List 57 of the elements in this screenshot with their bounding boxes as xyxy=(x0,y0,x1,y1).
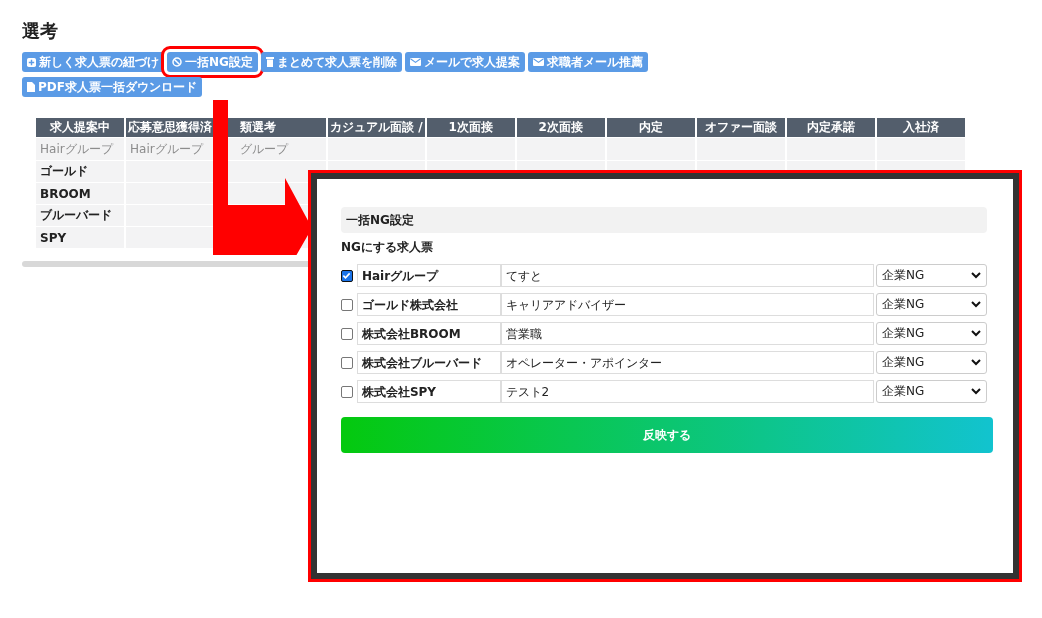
mail-icon xyxy=(532,58,544,66)
page-title: 選考 xyxy=(22,20,59,42)
ng-type-select[interactable]: 企業NG xyxy=(875,293,987,316)
ng-type-select[interactable]: 企業NG xyxy=(875,322,987,345)
company-text: Hairグループ xyxy=(40,141,113,156)
column-header: 入社済 xyxy=(876,118,965,137)
submit-button[interactable]: 反映する xyxy=(341,417,993,453)
section-label: NGにする求人票 xyxy=(341,239,434,256)
column-header: オファー面談 xyxy=(696,118,785,137)
job-cell: キャリアアドバイザー xyxy=(500,293,874,316)
company-text: Hairグループ xyxy=(130,141,203,156)
toolbar-button[interactable]: PDF求人票一括ダウンロード xyxy=(22,77,202,97)
company-cell: 株式会社BROOM xyxy=(356,322,501,345)
company-cell: 株式会社SPY xyxy=(356,380,501,403)
checkbox[interactable] xyxy=(341,356,353,369)
toolbar-button[interactable]: まとめて求人票を削除 xyxy=(260,52,402,72)
column-header: 内定承諾 xyxy=(786,118,875,137)
company-cell: 株式会社ブルーバード xyxy=(356,351,501,374)
ng-type-select[interactable]: 企業NG xyxy=(875,351,987,374)
column-header: 求人提案中 xyxy=(36,118,124,137)
company-text: SPY xyxy=(40,230,67,245)
job-cell: 営業職 xyxy=(500,322,874,345)
file-icon xyxy=(27,82,35,92)
checkbox[interactable] xyxy=(341,269,353,282)
column-header: 内定 xyxy=(606,118,695,137)
company-text: ブルーバード xyxy=(40,208,112,222)
company-cell: Hairグループ xyxy=(356,264,501,287)
company-text: ゴールド xyxy=(40,164,88,178)
company-text: BROOM xyxy=(40,186,91,201)
column-header: 応募意思獲得済 xyxy=(126,118,214,137)
chevron-down-icon xyxy=(971,272,981,279)
ng-type-select[interactable]: 企業NG xyxy=(875,380,987,403)
company-cell: ゴールド株式会社 xyxy=(356,293,501,316)
job-cell: オペレーター・アポインター xyxy=(500,351,874,374)
chevron-down-icon xyxy=(971,359,981,366)
column-header: カジュアル面談 / xyxy=(328,118,425,137)
mail-icon xyxy=(409,58,421,66)
job-cell: テスト2 xyxy=(500,380,874,403)
trash-icon xyxy=(265,57,274,67)
ng-type-select[interactable]: 企業NG xyxy=(875,264,987,287)
toolbar-button[interactable]: メールで求人提案 xyxy=(404,52,525,72)
toolbar-button[interactable]: 新しく求人票の紐づけ xyxy=(22,52,164,72)
column-header: 1次面接 xyxy=(426,118,515,137)
checkbox[interactable] xyxy=(341,327,353,340)
chevron-down-icon xyxy=(971,388,981,395)
plus-icon xyxy=(27,57,36,67)
checkmark-icon xyxy=(342,271,352,280)
company-text: グループ xyxy=(240,141,288,156)
ban-icon xyxy=(172,57,182,67)
checkbox[interactable] xyxy=(341,298,353,311)
column-header: 2次面接 xyxy=(516,118,605,137)
toolbar-button[interactable]: 求職者メール推薦 xyxy=(527,52,648,72)
checkbox[interactable] xyxy=(341,385,353,398)
modal-title: 一括NG設定 xyxy=(341,207,987,233)
chevron-down-icon xyxy=(971,330,981,337)
chevron-down-icon xyxy=(971,301,981,308)
job-cell: てすと xyxy=(500,264,874,287)
